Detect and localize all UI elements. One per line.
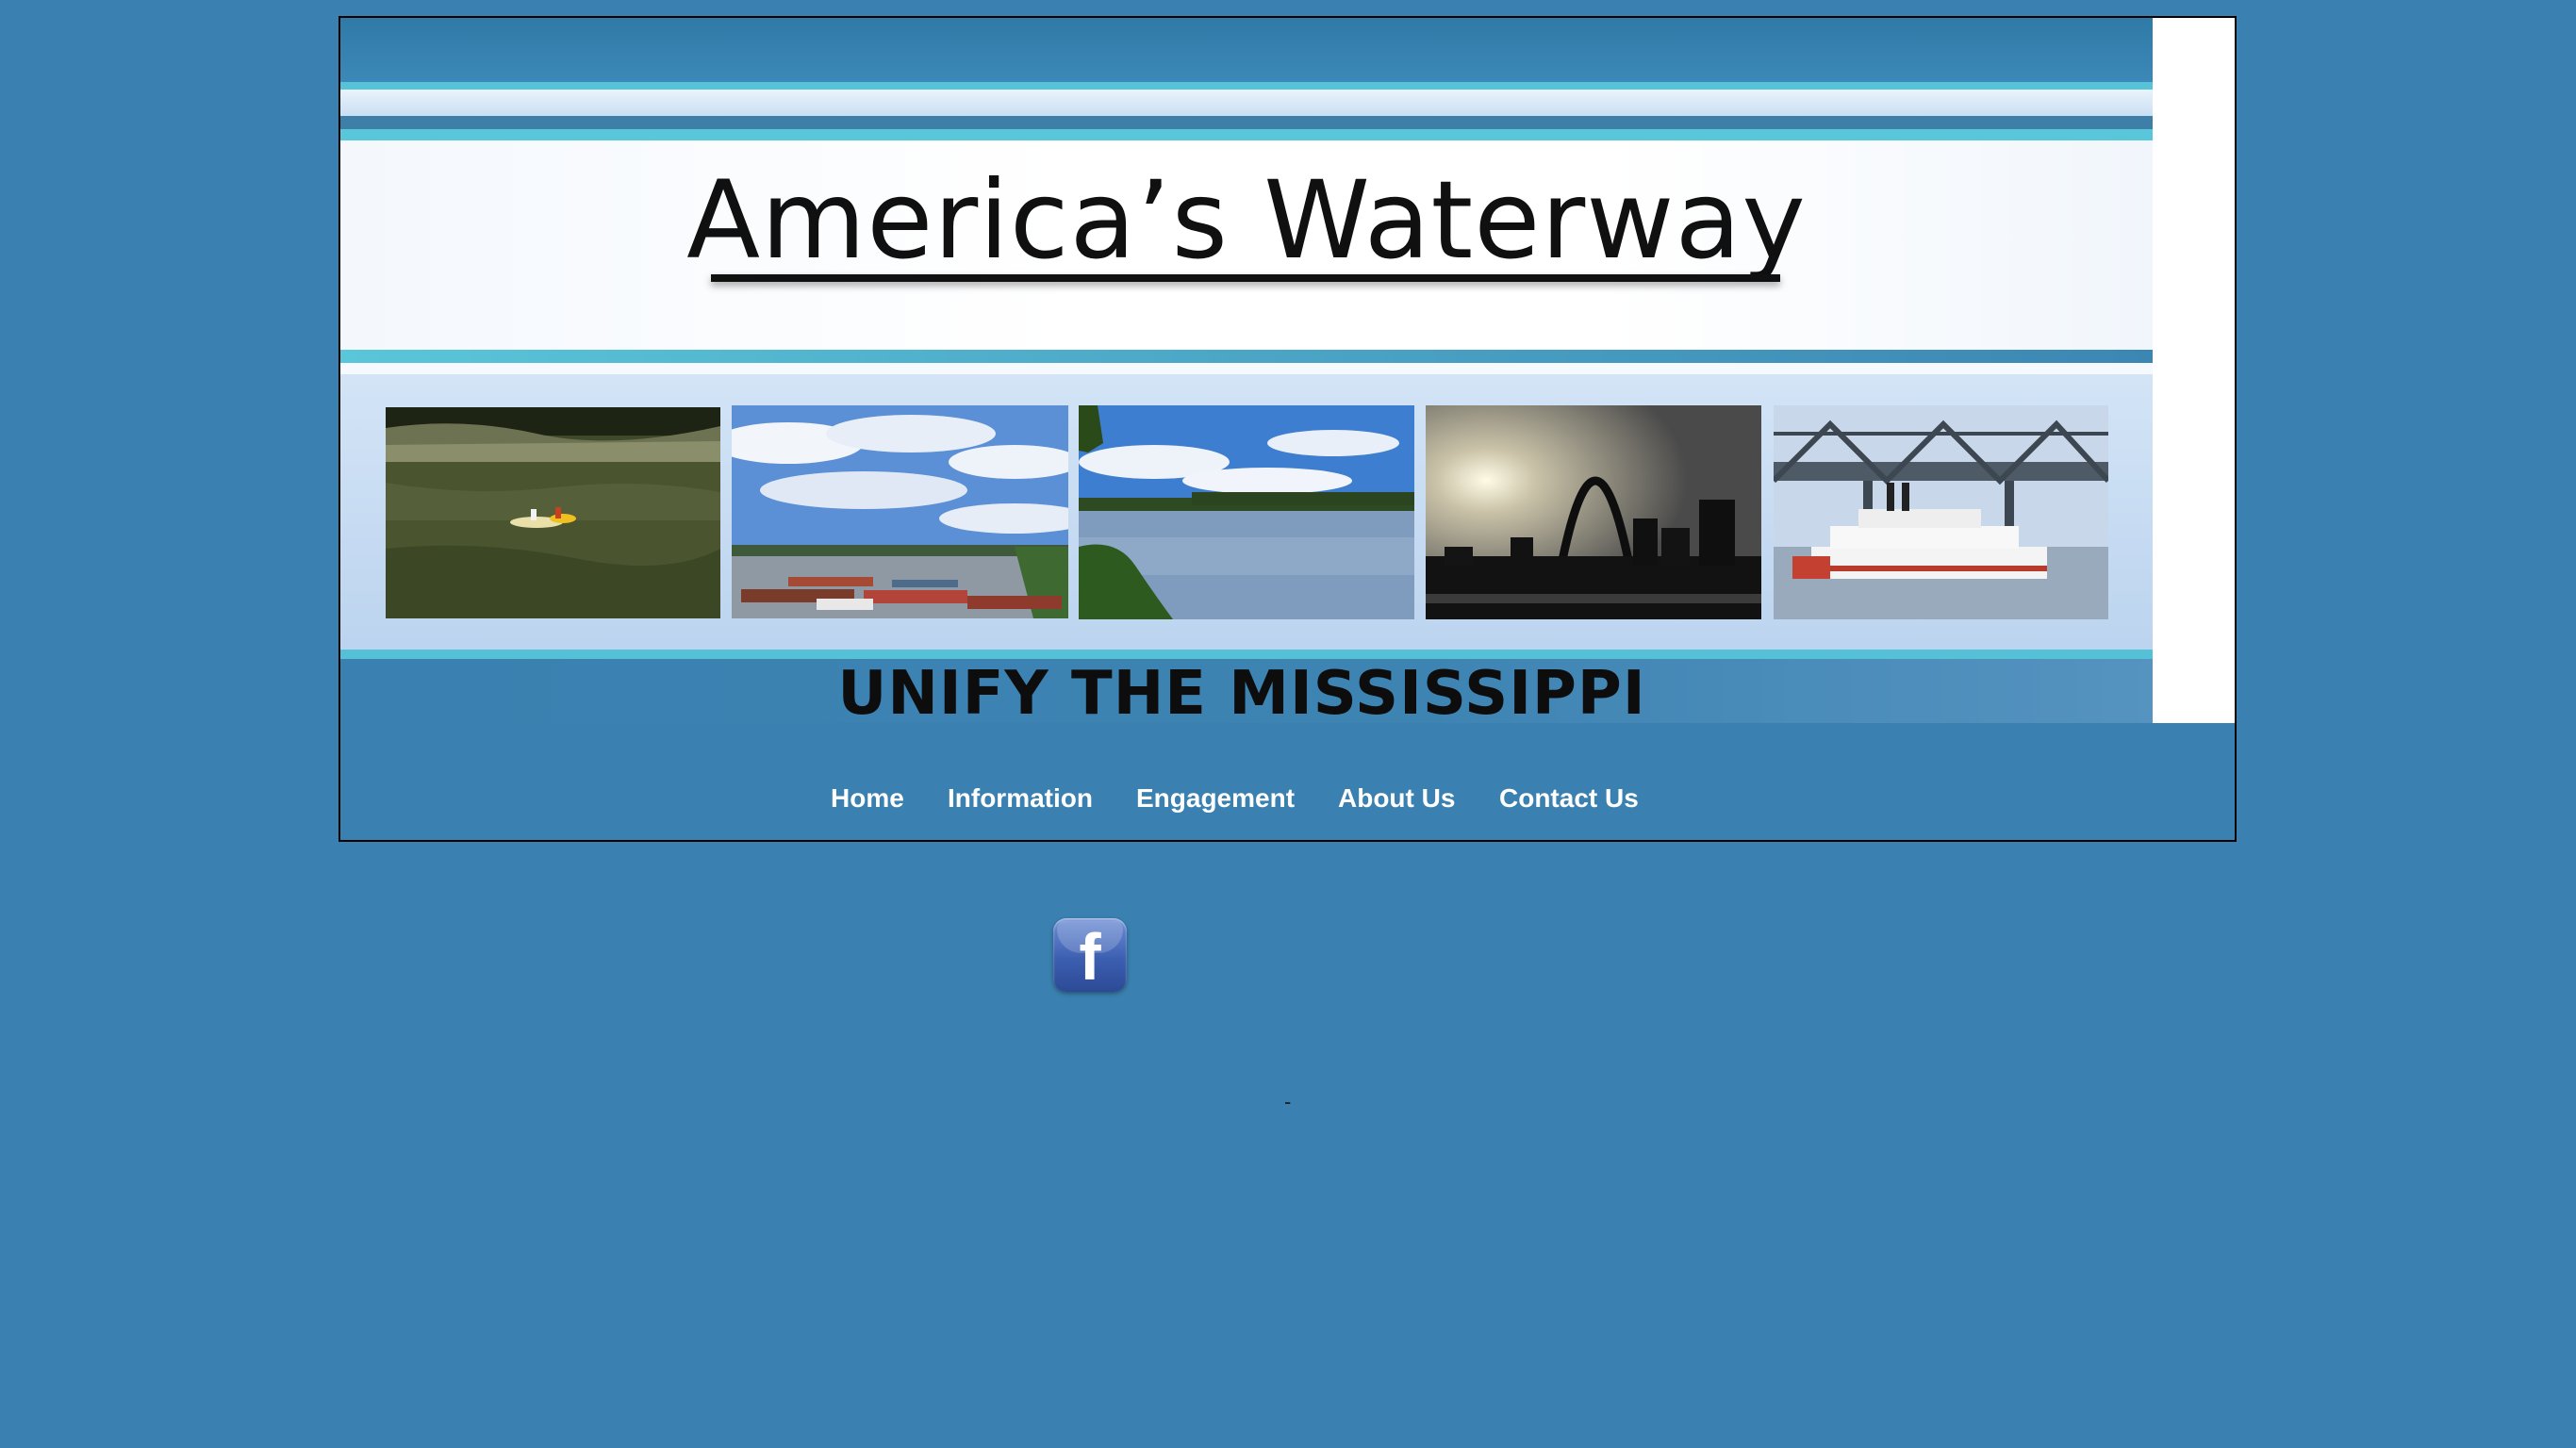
- title-underline: [711, 274, 1780, 282]
- photo-steamboat-under-bridge: [1774, 405, 2108, 619]
- banner-stripe: [340, 90, 2153, 116]
- banner-stripe: [340, 350, 2153, 363]
- photo-gateway-arch-skyline: [1426, 405, 1761, 619]
- nav-home-link[interactable]: Home: [831, 783, 904, 814]
- header-banner: America’s Waterway UNIFY THE MISSISSIPPI: [340, 18, 2153, 723]
- nav-information-link[interactable]: Information: [948, 783, 1093, 814]
- nav-about-us-link[interactable]: About Us: [1338, 783, 1455, 814]
- banner-stripe: [340, 82, 2153, 90]
- nav-engagement-link[interactable]: Engagement: [1136, 783, 1295, 814]
- facebook-glyph: f: [1079, 920, 1101, 992]
- facebook-icon[interactable]: f: [1053, 918, 1127, 992]
- banner-stripe: [340, 650, 2153, 659]
- site-title: America’s Waterway: [686, 157, 1807, 283]
- banner-stripe: [340, 363, 2153, 374]
- footer-dash: -: [1284, 1090, 1292, 1113]
- banner-stripe: [340, 116, 2153, 129]
- banner-band-top: [340, 18, 2153, 82]
- nav-contact-us-link[interactable]: Contact Us: [1499, 783, 1639, 814]
- site-tagline: UNIFY THE MISSISSIPPI: [837, 659, 1646, 723]
- photo-barges-on-river: [732, 405, 1068, 618]
- banner-stripe: [340, 129, 2153, 140]
- site-container: America’s Waterway UNIFY THE MISSISSIPPI…: [339, 16, 2237, 842]
- header-side-strip: [2153, 18, 2235, 723]
- photo-river-view: [1079, 405, 1414, 619]
- photo-kayak-on-river: [386, 407, 720, 618]
